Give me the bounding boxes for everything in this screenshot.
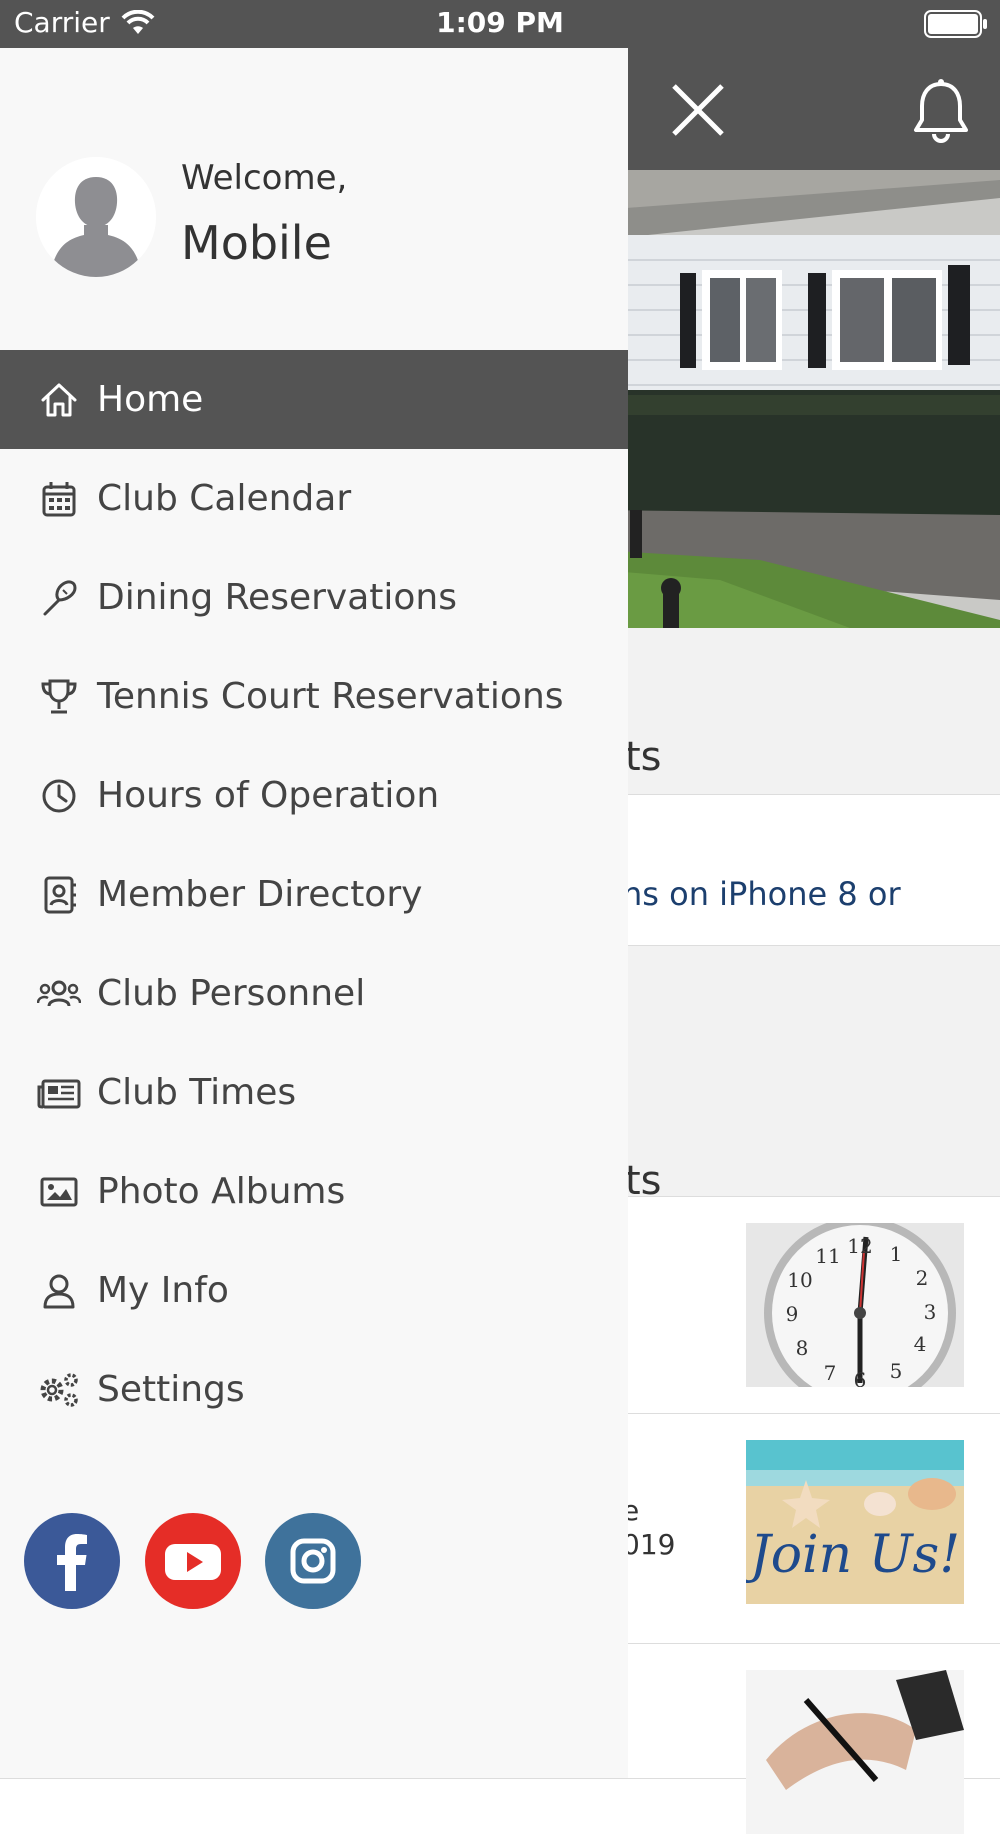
menu-item-home[interactable]: Home [0,350,628,449]
menu-label: Tennis Court Reservations [97,676,564,717]
signing-thumbnail [746,1670,964,1834]
menu-label: Hours of Operation [97,775,440,816]
trophy-icon [37,675,81,719]
battery-icon [924,10,987,38]
menu-label: Club Times [97,1072,297,1113]
menu-item-club-personnel[interactable]: Club Personnel [0,944,628,1043]
avatar[interactable] [36,157,156,277]
menu-item-settings[interactable]: Settings [0,1340,628,1439]
image-icon [37,1170,81,1214]
close-icon[interactable] [666,78,730,142]
menu-item-member-directory[interactable]: Member Directory [0,845,628,944]
join-us-text: Join Us! [746,1525,960,1585]
menu-item-club-times[interactable]: Club Times [0,1043,628,1142]
facebook-icon [57,1534,87,1591]
user-name: Mobile [181,216,332,270]
menu-label: Settings [97,1369,245,1410]
news-text: ns on iPhone 8 or [622,875,901,913]
svg-text:12: 12 [847,1234,872,1258]
menu-label: My Info [97,1270,229,1311]
menu-label: Club Calendar [97,478,352,519]
calendar-icon [37,477,81,521]
menu-item-tennis-court-reservations[interactable]: Tennis Court Reservations [0,647,628,746]
address-book-icon [37,873,81,917]
clock-thumbnail: 12 1 23 45 67 89 10 11 [746,1223,964,1387]
svg-text:6: 6 [854,1368,867,1387]
utensils-icon [37,576,81,620]
social-links [0,1513,628,1613]
instagram-button[interactable] [265,1513,361,1609]
home-icon [37,378,81,422]
drawer-menu: Home Club Calendar Dining Reservations T… [0,350,628,1439]
svg-text:2: 2 [916,1266,929,1290]
svg-text:4: 4 [914,1332,927,1356]
clock-icon [37,774,81,818]
svg-text:1: 1 [890,1242,903,1266]
menu-item-photo-albums[interactable]: Photo Albums [0,1142,628,1241]
status-bar: Carrier 1:09 PM [0,0,1000,48]
svg-text:3: 3 [924,1300,937,1324]
newspaper-icon [37,1071,81,1115]
menu-item-my-info[interactable]: My Info [0,1241,628,1340]
menu-label: Dining Reservations [97,577,457,618]
svg-text:5: 5 [890,1359,903,1383]
menu-item-club-calendar[interactable]: Club Calendar [0,449,628,548]
navigation-drawer: Welcome, Mobile Home Club Calendar Dinin… [0,48,628,1778]
section-title: ts [625,734,662,780]
join-us-thumbnail: Join Us! [746,1440,964,1604]
instagram-icon [290,1538,336,1584]
svg-text:7: 7 [824,1361,837,1385]
menu-item-hours-of-operation[interactable]: Hours of Operation [0,746,628,845]
menu-item-dining-reservations[interactable]: Dining Reservations [0,548,628,647]
youtube-button[interactable] [145,1513,241,1609]
user-silhouette-icon [36,157,156,277]
svg-text:11: 11 [815,1244,840,1268]
menu-label: Home [97,379,204,420]
menu-label: Member Directory [97,874,423,915]
svg-text:10: 10 [787,1268,812,1292]
svg-text:8: 8 [796,1336,809,1360]
user-icon [37,1269,81,1313]
cogs-icon [37,1368,81,1412]
event-date: 019 [622,1528,676,1561]
welcome-text: Welcome, [181,158,348,198]
profile-header: Welcome, Mobile [0,48,628,350]
clock-time: 1:09 PM [436,6,564,39]
svg-text:9: 9 [786,1302,799,1326]
facebook-button[interactable] [24,1513,120,1609]
users-icon [37,972,81,1016]
menu-label: Club Personnel [97,973,366,1014]
youtube-icon [165,1544,221,1580]
menu-label: Photo Albums [97,1171,346,1212]
bell-icon[interactable] [912,78,970,144]
